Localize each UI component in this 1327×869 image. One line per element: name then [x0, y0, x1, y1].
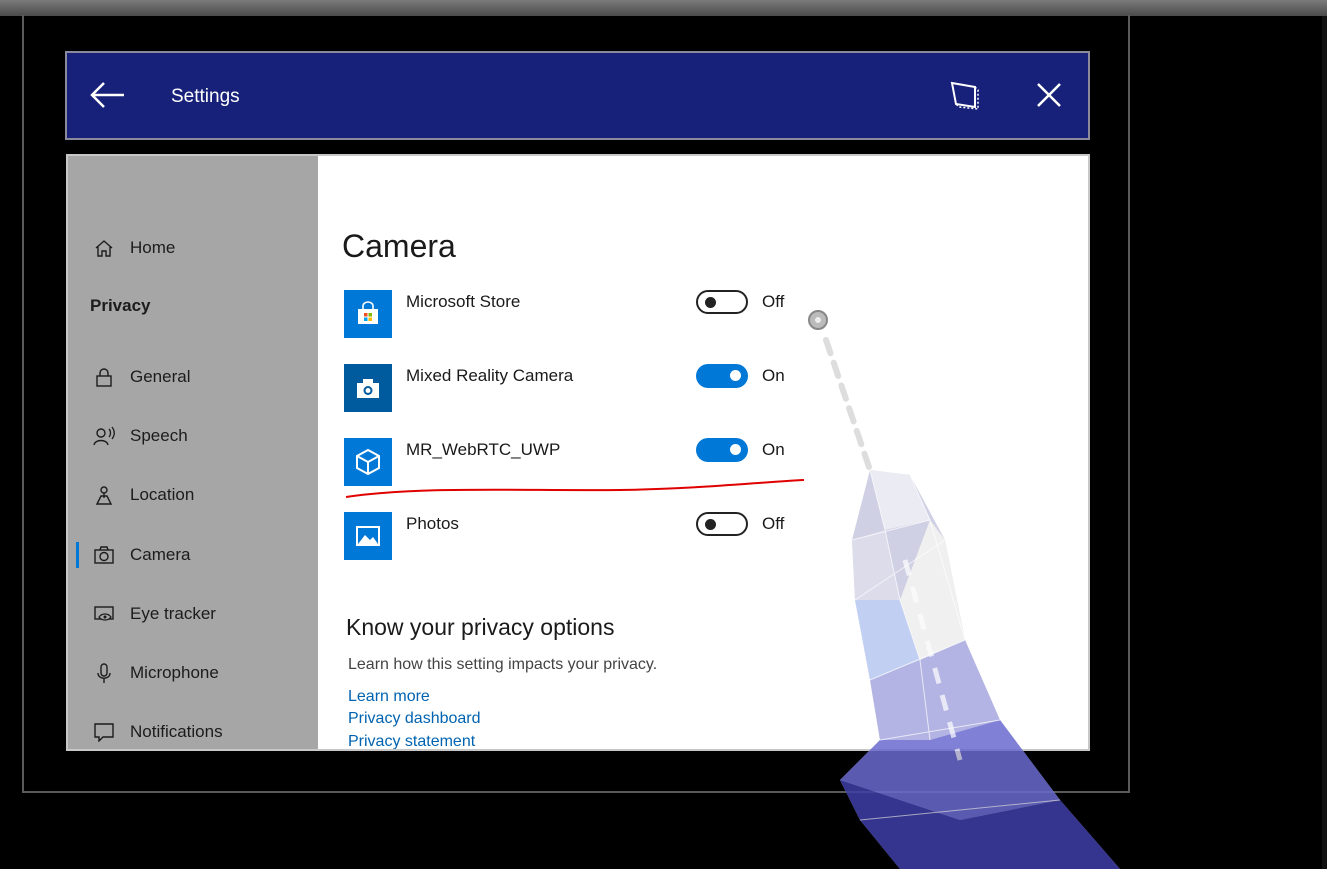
sidebar-item-label: Microphone — [130, 663, 219, 682]
title-bar: Settings — [65, 51, 1090, 140]
sidebar-item-label: Home — [130, 238, 176, 257]
close-button[interactable] — [1029, 75, 1069, 115]
app-name: MR_WebRTC_UWP — [406, 440, 561, 459]
sidebar-item-label: Camera — [130, 545, 191, 564]
camera-access-toggle[interactable] — [696, 364, 748, 388]
sidebar-item-eye-tracker[interactable]: Eye tracker — [68, 594, 318, 634]
location-icon — [92, 483, 116, 507]
settings-window: Home Privacy General Speech Location Cam… — [66, 154, 1090, 751]
app-name: Mixed Reality Camera — [406, 366, 574, 385]
window-snap-icon — [950, 81, 979, 110]
toggle-state-label: Off — [762, 292, 785, 311]
speech-icon — [92, 424, 116, 448]
app-row-mr-webrtc-uwp: MR_WebRTC_UWP On — [344, 438, 814, 492]
sidebar-item-microphone[interactable]: Microphone — [68, 653, 318, 693]
sidebar-item-label: Eye tracker — [130, 604, 216, 623]
photos-icon — [344, 512, 392, 560]
sidebar-item-general[interactable]: General — [68, 357, 318, 397]
sidebar-item-label: Notifications — [130, 722, 223, 741]
back-button[interactable] — [85, 73, 129, 117]
microphone-icon — [92, 661, 116, 685]
sidebar-section-heading: Privacy — [90, 296, 151, 315]
close-icon — [1037, 83, 1061, 107]
toggle-state-label: Off — [762, 514, 785, 533]
app-name: Microsoft Store — [406, 292, 521, 311]
eye-tracker-icon — [92, 602, 116, 626]
sidebar-item-camera[interactable]: Camera — [68, 535, 318, 575]
home-icon — [92, 236, 116, 260]
store-icon — [344, 290, 392, 338]
sidebar-item-notifications[interactable]: Notifications — [68, 712, 318, 749]
snap-button[interactable] — [945, 75, 985, 115]
privacy-section-description: Learn how this setting impacts your priv… — [348, 656, 658, 673]
privacy-statement-link[interactable]: Privacy statement — [348, 733, 475, 749]
unity-icon — [344, 438, 392, 486]
toggle-state-label: On — [762, 366, 785, 385]
sidebar-item-label: Location — [130, 485, 195, 504]
privacy-dashboard-link[interactable]: Privacy dashboard — [348, 710, 481, 728]
app-name: Photos — [406, 514, 459, 533]
sidebar-item-location[interactable]: Location — [68, 475, 318, 515]
toggle-state-label: On — [762, 440, 785, 459]
camera-access-toggle[interactable] — [696, 512, 748, 536]
notifications-icon — [92, 720, 116, 744]
learn-more-link[interactable]: Learn more — [348, 688, 430, 706]
lock-icon — [92, 365, 116, 389]
window-title: Settings — [171, 86, 240, 107]
app-row-mixed-reality-camera: Mixed Reality Camera On — [344, 364, 814, 418]
page-title: Camera — [342, 228, 456, 264]
sidebar-item-speech[interactable]: Speech — [68, 416, 318, 456]
sidebar-item-home[interactable]: Home — [68, 228, 318, 268]
privacy-section-title: Know your privacy options — [346, 614, 615, 640]
sidebar-item-label: Speech — [130, 426, 188, 445]
sidebar-item-label: General — [130, 367, 191, 386]
right-edge — [1322, 16, 1327, 869]
arrow-left-icon — [90, 82, 124, 108]
app-row-photos: Photos Off — [344, 512, 814, 566]
camera-access-toggle[interactable] — [696, 438, 748, 462]
app-row-microsoft-store: Microsoft Store Off — [344, 290, 814, 344]
main-content: Camera Microsoft Store Off Mixed Reality… — [318, 156, 1088, 749]
camera-app-icon — [344, 364, 392, 412]
camera-icon — [92, 543, 116, 567]
camera-access-toggle[interactable] — [696, 290, 748, 314]
top-edge — [0, 0, 1327, 16]
sidebar: Home Privacy General Speech Location Cam… — [68, 156, 318, 749]
